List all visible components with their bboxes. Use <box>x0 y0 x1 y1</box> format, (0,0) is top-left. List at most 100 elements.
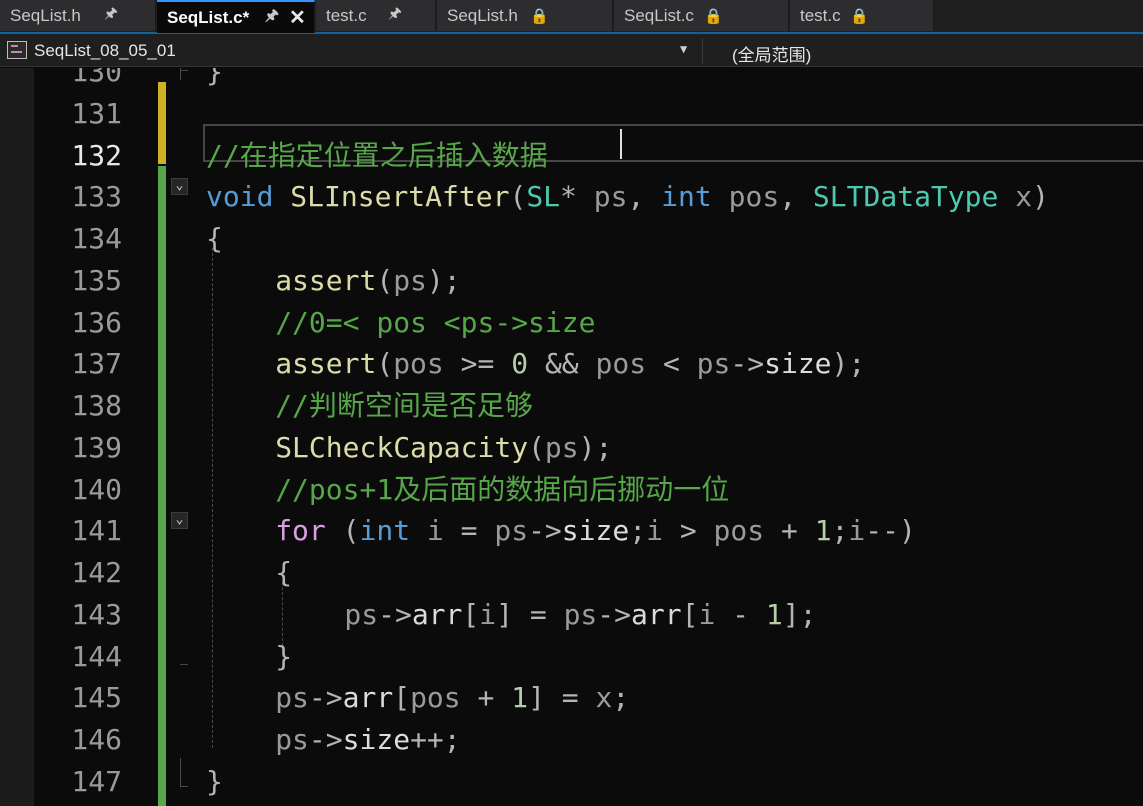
code-operator: -> <box>308 723 343 756</box>
code-punctuation: ); <box>831 347 866 381</box>
code-punctuation: } <box>206 764 223 798</box>
code-line: } <box>275 637 292 677</box>
line-number: 135 <box>71 263 122 297</box>
code-operator: = <box>460 514 478 548</box>
tab-label: SeqList.c* <box>167 7 250 27</box>
code-keyword: for <box>275 514 326 548</box>
scope-dropdown[interactable]: (全局范围) <box>732 41 811 66</box>
collapse-icon[interactable]: ⌄ <box>171 178 188 195</box>
pin-icon[interactable]: 🖈 <box>104 0 118 31</box>
document-tab-bar: SeqList.h 🖈 SeqList.c* 🖈 ✕ test.c 🖈 SeqL… <box>0 0 1143 34</box>
project-dropdown[interactable]: SeqList_08_05_01 <box>34 41 176 61</box>
tab-seqlist-h-readonly[interactable]: SeqList.h 🔒 <box>437 0 613 31</box>
tab-label: test.c <box>326 5 367 25</box>
code-number: 0 <box>511 347 529 381</box>
tab-test-c[interactable]: test.c 🖈 <box>316 0 436 31</box>
code-function: SLCheckCapacity <box>275 430 529 464</box>
code-keyword: void <box>206 180 274 214</box>
outline-tick <box>180 786 188 787</box>
code-function: assert <box>275 263 377 297</box>
tab-seqlist-c-modified[interactable]: SeqList.c* 🖈 ✕ <box>157 0 315 33</box>
tab-label: SeqList.c <box>624 5 694 25</box>
code-identifier: pos <box>713 514 765 548</box>
code-identifier: ps <box>544 430 579 464</box>
code-line: //pos+1及后面的数据向后挪动一位 <box>275 470 729 510</box>
code-function: SLInsertAfter <box>290 180 510 214</box>
code-line: SLCheckCapacity(ps); <box>275 428 612 468</box>
code-operator: = <box>529 597 547 631</box>
code-number: 1 <box>814 514 832 548</box>
code-line: //在指定位置之后插入数据 <box>206 136 548 176</box>
line-number: 143 <box>71 597 122 631</box>
pin-icon[interactable]: 🖈 <box>265 2 279 33</box>
code-identifier: i <box>479 597 497 631</box>
code-type: SLTDataType <box>812 180 999 214</box>
code-punctuation: { <box>275 556 293 589</box>
pin-icon[interactable]: 🖈 <box>388 0 402 31</box>
code-operator: -> <box>528 514 562 548</box>
indent-guide <box>212 248 213 748</box>
code-identifier: ps <box>494 514 529 548</box>
tab-seqlist-h[interactable]: SeqList.h 🖈 <box>0 0 156 31</box>
line-number: 138 <box>71 389 122 422</box>
code-identifier: i <box>848 514 866 548</box>
code-operator: > <box>679 514 697 548</box>
tab-seqlist-c-readonly[interactable]: SeqList.c 🔒 <box>614 0 789 31</box>
code-punctuation: [ <box>681 597 699 631</box>
code-punctuation: ; <box>443 723 461 756</box>
code-punctuation: , <box>779 180 797 214</box>
code-identifier: i <box>646 514 663 548</box>
code-operator: < <box>662 347 680 381</box>
line-number: 146 <box>71 723 122 756</box>
glyph-margin[interactable] <box>0 68 34 806</box>
lock-icon: 🔒 <box>530 7 549 25</box>
code-operator: * <box>560 180 577 214</box>
code-punctuation: } <box>275 639 293 673</box>
code-operator: >= <box>460 347 495 381</box>
code-punctuation: ] <box>496 597 513 631</box>
code-punctuation: ( <box>528 430 545 464</box>
code-punctuation: ) <box>898 514 916 548</box>
tab-test-c-readonly[interactable]: test.c 🔒 <box>790 0 934 31</box>
divider <box>702 38 703 64</box>
code-identifier: x <box>1015 180 1033 214</box>
code-identifier: ps <box>696 347 731 381</box>
chevron-down-icon[interactable]: ▼ <box>680 42 687 56</box>
code-operator: - <box>732 597 750 631</box>
code-punctuation: ); <box>426 263 461 297</box>
tab-label: SeqList.h <box>10 5 81 25</box>
code-identifier: pos <box>595 347 647 381</box>
code-type: SL <box>526 180 561 214</box>
code-punctuation: , <box>627 180 645 214</box>
code-punctuation: } <box>206 68 223 88</box>
code-identifier: ps <box>563 597 598 631</box>
code-identifier: ps <box>275 723 309 756</box>
code-member: size <box>561 514 630 548</box>
close-icon[interactable]: ✕ <box>289 2 306 33</box>
line-number-current: 132 <box>71 138 122 172</box>
line-number: 133 <box>71 180 122 214</box>
collapse-icon[interactable]: ⌄ <box>171 512 188 529</box>
line-number: 141 <box>71 514 122 548</box>
line-number: 140 <box>71 472 122 506</box>
code-punctuation: ]; <box>782 597 817 631</box>
code-function: assert <box>275 347 377 381</box>
code-editor[interactable]: 130 131 132 133 134 135 136 137 138 139 140 141 142 1… <box>0 68 1143 806</box>
code-operator: + <box>780 514 798 548</box>
code-comment: //在指定位置之后插入数据 <box>206 138 548 172</box>
code-comment: //pos+1及后面的数据向后挪动一位 <box>275 472 730 506</box>
